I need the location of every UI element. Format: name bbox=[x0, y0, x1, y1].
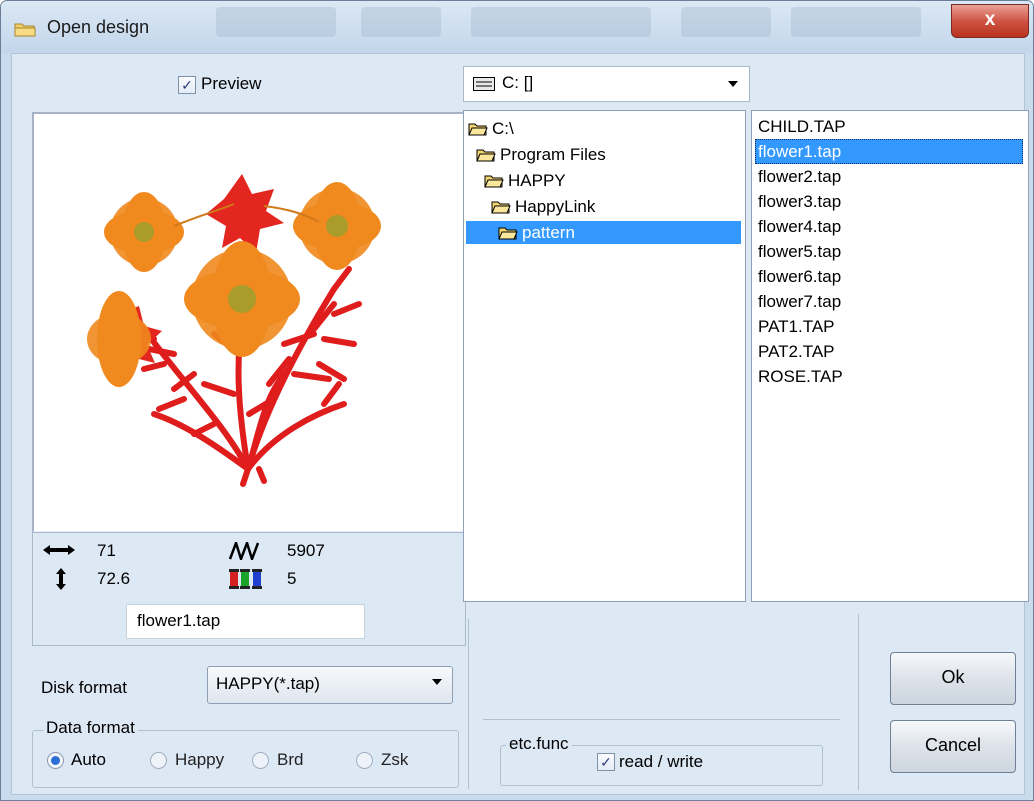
chevron-down-icon bbox=[728, 81, 738, 87]
separator bbox=[468, 619, 469, 789]
width-value: 71 bbox=[97, 541, 116, 560]
folder-open-icon bbox=[491, 201, 511, 214]
file-item[interactable]: PAT2.TAP bbox=[755, 339, 1023, 364]
file-item[interactable]: PAT1.TAP bbox=[755, 314, 1023, 339]
file-item[interactable]: flower1.tap bbox=[755, 139, 1023, 164]
file-item[interactable]: flower4.tap bbox=[755, 214, 1023, 239]
design-preview bbox=[32, 112, 468, 533]
vertical-arrow-icon bbox=[56, 568, 66, 590]
preview-label: Preview bbox=[201, 74, 262, 93]
title-bar[interactable]: Open design x bbox=[1, 1, 1033, 53]
folder-open-icon bbox=[498, 227, 518, 240]
file-item[interactable]: ROSE.TAP bbox=[755, 364, 1023, 389]
file-item[interactable]: flower3.tap bbox=[755, 189, 1023, 214]
tree-item-label: Program Files bbox=[500, 145, 606, 164]
drive-dropdown[interactable]: C: [] bbox=[463, 66, 750, 102]
filename-field[interactable]: flower1.tap bbox=[126, 604, 365, 639]
tree-item-label: HappyLink bbox=[515, 197, 596, 216]
radio-happy-label: Happy bbox=[175, 750, 225, 769]
dialog-body: ✓ Preview 71 72.6 5907 5 flower1.tap Dis… bbox=[11, 53, 1029, 795]
stitch-zigzag-icon bbox=[229, 542, 260, 560]
folder-open-icon bbox=[484, 175, 504, 188]
stitch-count: 5907 bbox=[287, 541, 325, 560]
file-item[interactable]: flower7.tap bbox=[755, 289, 1023, 314]
etc-func-label: etc.func bbox=[506, 734, 572, 754]
disk-format-label: Disk format bbox=[41, 678, 127, 697]
tree-item-label: HAPPY bbox=[508, 171, 566, 190]
read-write-checkbox[interactable]: ✓ bbox=[597, 753, 615, 771]
folder-icon bbox=[14, 23, 36, 37]
horizontal-arrow-icon bbox=[43, 545, 75, 555]
chevron-down-icon bbox=[432, 679, 442, 685]
radio-zsk-label: Zsk bbox=[381, 750, 409, 769]
folder-open-icon bbox=[476, 149, 496, 162]
separator bbox=[483, 719, 840, 720]
disk-format-value: HAPPY(*.tap) bbox=[216, 674, 320, 693]
window-title: Open design bbox=[47, 17, 150, 37]
cancel-button[interactable]: Cancel bbox=[890, 720, 1016, 773]
color-count: 5 bbox=[287, 569, 297, 588]
height-value: 72.6 bbox=[97, 569, 131, 588]
file-item[interactable]: flower5.tap bbox=[755, 239, 1023, 264]
separator bbox=[858, 614, 859, 790]
radio-brd[interactable] bbox=[252, 752, 269, 769]
radio-auto-label: Auto bbox=[71, 750, 106, 769]
tree-item-program-files[interactable]: Program Files bbox=[476, 143, 738, 166]
radio-happy[interactable] bbox=[150, 752, 167, 769]
radio-brd-label: Brd bbox=[277, 750, 304, 769]
file-item[interactable]: flower6.tap bbox=[755, 264, 1023, 289]
tree-item-happy[interactable]: HAPPY bbox=[484, 169, 738, 192]
thread-spools-icon bbox=[229, 569, 262, 589]
file-item[interactable]: CHILD.TAP bbox=[755, 114, 1023, 139]
tree-item-pattern[interactable]: pattern bbox=[466, 221, 741, 244]
preview-checkbox[interactable]: ✓ bbox=[178, 76, 196, 94]
drive-value: C: [] bbox=[502, 73, 534, 92]
drive-icon bbox=[473, 77, 495, 91]
open-design-dialog: Open design x ✓ Preview 71 72.6 5907 5 f… bbox=[0, 0, 1034, 801]
radio-zsk[interactable] bbox=[356, 752, 373, 769]
ok-button[interactable]: Ok bbox=[890, 652, 1016, 705]
close-button[interactable]: x bbox=[951, 4, 1029, 38]
tree-item-happylink[interactable]: HappyLink bbox=[491, 195, 738, 218]
read-write-label: read / write bbox=[619, 752, 704, 771]
embroidery-flower-image bbox=[87, 174, 381, 487]
tree-item-c-drive[interactable]: C:\ bbox=[468, 117, 738, 140]
file-item[interactable]: flower2.tap bbox=[755, 164, 1023, 189]
radio-auto[interactable] bbox=[47, 752, 64, 769]
folder-open-icon bbox=[468, 123, 488, 136]
data-format-label: Data format bbox=[43, 718, 138, 738]
filename-text: flower1.tap bbox=[137, 611, 221, 630]
directory-tree[interactable]: C:\ Program Files HAPPY HappyLink patter… bbox=[463, 110, 746, 602]
design-info-panel: 71 72.6 5907 5 flower1.tap bbox=[32, 532, 466, 646]
file-list[interactable]: CHILD.TAP flower1.tap flower2.tap flower… bbox=[751, 110, 1029, 602]
tree-item-label: C:\ bbox=[492, 119, 514, 138]
disk-format-dropdown[interactable]: HAPPY(*.tap) bbox=[207, 666, 453, 704]
tree-item-label: pattern bbox=[522, 223, 575, 242]
